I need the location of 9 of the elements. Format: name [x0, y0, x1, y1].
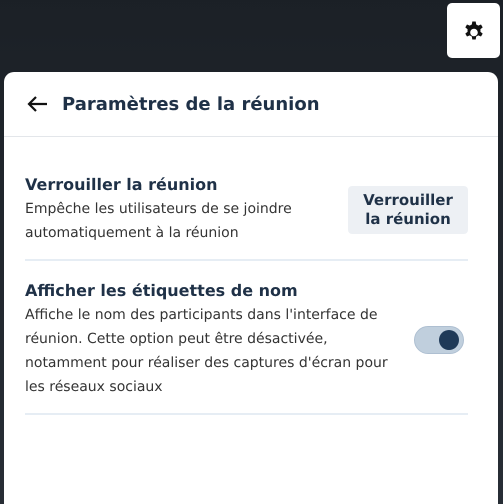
setting-title: Verrouiller la réunion	[25, 175, 219, 194]
setting-title: Afficher les étiquettes de nom	[25, 281, 299, 300]
setting-description: Empêche les utilisateurs de se joindre automatiquement à la réunion	[25, 200, 293, 243]
setting-description: Affiche le nom des participants dans l'interface de réunion. Cette option peut être désactivée, notamment pour réaliser des captures d'écran pour les réseaux sociaux	[25, 306, 389, 397]
lock-button[interactable]: Verrouiller la réunion	[348, 186, 468, 234]
settings-button[interactable]	[447, 3, 500, 58]
panel-title: Paramètres de la réunion	[62, 94, 320, 114]
toggle-switch[interactable]	[414, 326, 464, 354]
back-button[interactable]	[26, 95, 48, 113]
